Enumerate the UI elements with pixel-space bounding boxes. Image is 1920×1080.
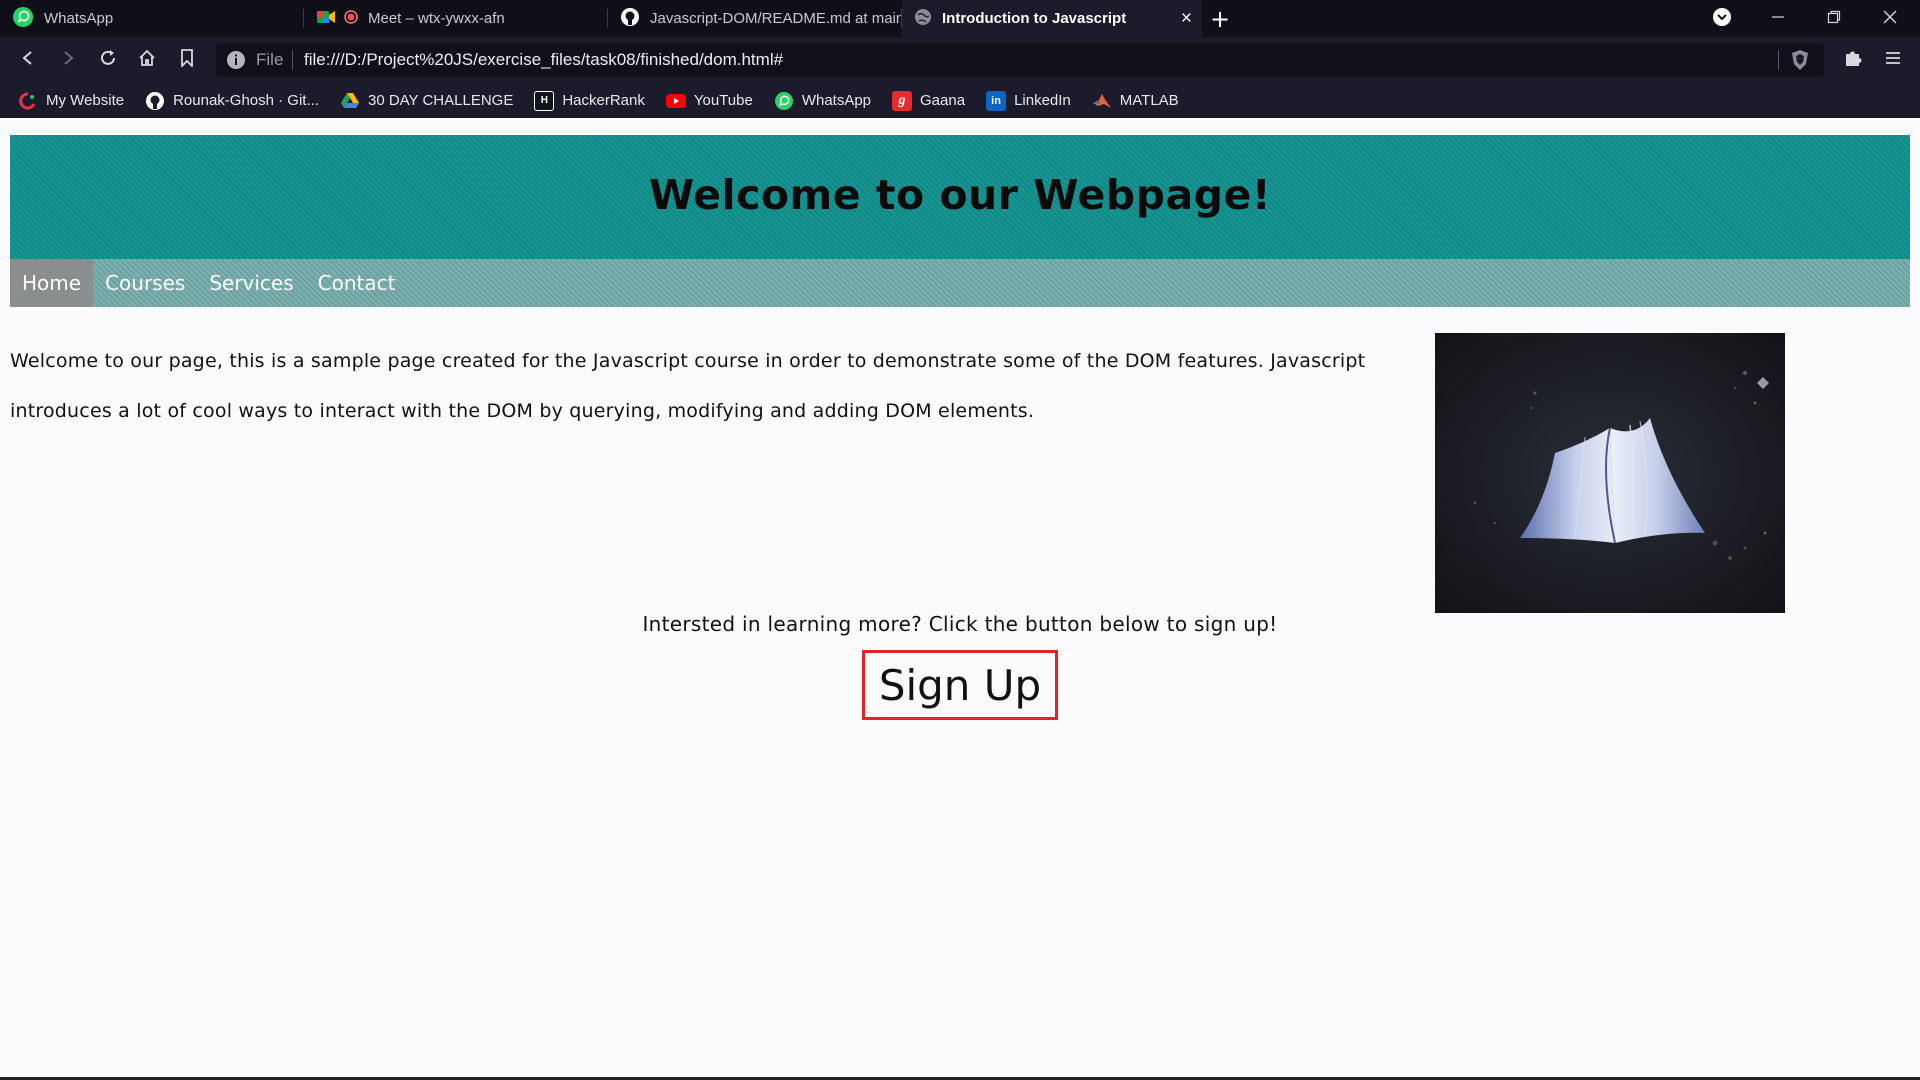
restore-icon: [1827, 9, 1841, 28]
home-icon: [138, 49, 156, 71]
bookmark-label: HackerRank: [562, 92, 645, 109]
site-info-icon[interactable]: [226, 50, 246, 74]
page-header: Welcome to our Webpage!: [10, 135, 1910, 259]
forward-button[interactable]: [53, 46, 83, 74]
chevron-down-icon: [1712, 7, 1732, 31]
bookmark-label: My Website: [46, 92, 125, 109]
whatsapp-icon: [12, 6, 34, 32]
tab-title: WhatsApp: [44, 10, 114, 27]
google-drive-icon: [340, 91, 360, 111]
bookmark-label: LinkedIn: [1014, 92, 1071, 109]
bookmark-label: 30 DAY CHALLENGE: [367, 92, 514, 109]
close-tab-icon[interactable]: ×: [1181, 8, 1192, 30]
recording-dot-icon: [344, 9, 358, 28]
page-title: Welcome to our Webpage!: [648, 171, 1272, 219]
bookmarks-bar: My Website Rounak-Ghosh · Git... 30 DAY …: [0, 83, 1920, 118]
bookmark-gaana[interactable]: g Gaana: [892, 90, 966, 111]
new-tab-button[interactable]: +: [1202, 0, 1238, 37]
bookmark-hackerrank[interactable]: H HackerRank: [534, 90, 645, 111]
open-book-image: [1435, 333, 1785, 613]
bookmark-github[interactable]: Rounak-Ghosh · Git...: [145, 91, 319, 111]
brave-shield-icon[interactable]: [1790, 49, 1810, 75]
tab-title: Meet – wtx-ywxx-afn: [368, 10, 505, 27]
bookmark-label: MATLAB: [1119, 92, 1179, 109]
close-icon: [1883, 9, 1897, 28]
hamburger-menu-icon: [1885, 50, 1901, 70]
linkedin-icon: in: [986, 90, 1007, 111]
back-arrow-icon: [20, 50, 36, 70]
forward-arrow-icon: [60, 50, 76, 70]
matlab-icon: [1092, 91, 1112, 111]
my-website-icon: [18, 91, 38, 111]
bookmark-label: Gaana: [920, 92, 966, 109]
google-meet-icon: [316, 8, 336, 30]
bookmark-icon: [180, 49, 194, 71]
youtube-icon: [665, 91, 686, 111]
nav-home[interactable]: Home: [10, 259, 94, 307]
scheme-label: File: [256, 50, 284, 69]
nav-courses[interactable]: Courses: [93, 259, 197, 307]
tab-introduction-to-javascript[interactable]: Introduction to Javascript ×: [902, 0, 1202, 37]
reload-icon: [99, 49, 117, 71]
extensions-button[interactable]: [1838, 46, 1868, 74]
bookmark-button[interactable]: [172, 46, 202, 74]
minimize-icon: [1771, 9, 1785, 28]
address-divider: [292, 50, 293, 70]
tab-title: Introduction to Javascript: [942, 10, 1127, 27]
minimize-button[interactable]: [1750, 0, 1806, 37]
bookmark-label: Rounak-Ghosh · Git...: [173, 92, 319, 109]
web-page: Welcome to our Webpage! Home Courses Ser…: [0, 118, 1920, 1080]
tab-whatsapp[interactable]: WhatsApp: [0, 0, 304, 37]
tab-bar: WhatsApp Meet – wtx-ywxx-afn Javascript-…: [0, 0, 1920, 37]
bookmark-label: WhatsApp: [801, 92, 872, 109]
puzzle-piece-icon: [1843, 48, 1863, 72]
back-button[interactable]: [13, 46, 43, 74]
sign-up-button[interactable]: Sign Up: [862, 650, 1058, 720]
whatsapp-icon: [774, 91, 794, 111]
bookmark-whatsapp[interactable]: WhatsApp: [774, 91, 871, 111]
bookmark-label: YouTube: [693, 92, 753, 109]
signup-prompt: Intersted in learning more? Click the bu…: [642, 612, 1278, 636]
bookmark-linkedin[interactable]: in LinkedIn: [986, 90, 1071, 111]
github-icon: [620, 7, 640, 31]
address-divider: [1778, 50, 1779, 70]
url-text[interactable]: file:///D:/Project%20JS/exercise_files/t…: [304, 50, 783, 70]
reload-button[interactable]: [93, 46, 123, 74]
nav-contact[interactable]: Contact: [306, 259, 408, 307]
gaana-icon: g: [892, 90, 913, 111]
nav-services[interactable]: Services: [197, 259, 305, 307]
hackerrank-icon: H: [534, 90, 555, 111]
home-button[interactable]: [132, 46, 162, 74]
bookmark-30-day-challenge[interactable]: 30 DAY CHALLENGE: [340, 91, 513, 111]
restore-button[interactable]: [1806, 0, 1862, 37]
tab-meet[interactable]: Meet – wtx-ywxx-afn: [304, 0, 608, 37]
page-nav: Home Courses Services Contact: [10, 259, 1910, 307]
intro-paragraph: Welcome to our page, this is a sample pa…: [10, 350, 1366, 422]
navigation-toolbar: File file:///D:/Project%20JS/exercise_fi…: [0, 37, 1920, 83]
tab-title: Javascript-DOM/README.md at main: [650, 10, 902, 27]
globe-icon: [914, 8, 932, 30]
menu-button[interactable]: [1878, 46, 1908, 74]
address-bar[interactable]: File file:///D:/Project%20JS/exercise_fi…: [216, 43, 1824, 77]
github-icon: [145, 91, 165, 111]
tab-list-button[interactable]: [1694, 0, 1750, 37]
close-window-button[interactable]: [1862, 0, 1918, 37]
bookmark-youtube[interactable]: YouTube: [665, 91, 753, 111]
bookmark-matlab[interactable]: MATLAB: [1092, 91, 1179, 111]
bookmark-my-website[interactable]: My Website: [18, 91, 124, 111]
tab-github-readme[interactable]: Javascript-DOM/README.md at main: [608, 0, 902, 37]
